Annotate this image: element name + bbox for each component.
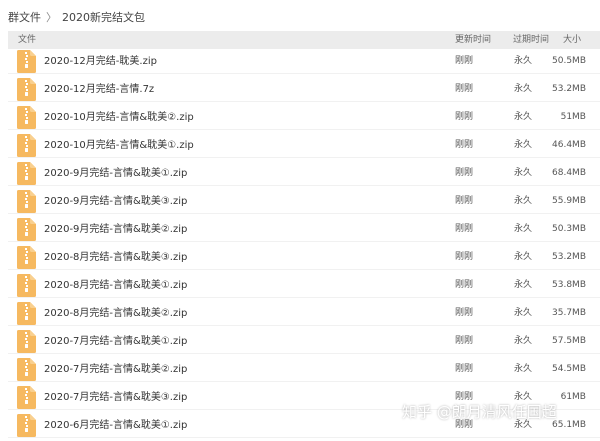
- file-row[interactable]: 2020-8月完结-言情&耽美②.zip 刚刚 永久 35.7MB: [0, 298, 600, 326]
- zip-archive-icon: [17, 190, 36, 213]
- zip-archive-icon: [17, 386, 36, 409]
- file-row[interactable]: 2020-9月完结-言情&耽美③.zip 刚刚 永久 55.9MB: [0, 186, 600, 214]
- file-row[interactable]: 2020-7月完结-言情&耽美②.zip 刚刚 永久 54.5MB: [0, 354, 600, 382]
- file-row[interactable]: 2020-9月完结-言情&耽美①.zip 刚刚 永久 68.4MB: [0, 158, 600, 186]
- chevron-right-icon: 〉: [46, 11, 57, 24]
- watermark: 知乎 @朗月清风任国超: [402, 402, 557, 421]
- zip-archive-icon: [17, 330, 36, 353]
- file-row[interactable]: 2020-9月完结-言情&耽美②.zip 刚刚 永久 50.3MB: [0, 214, 600, 242]
- file-list: 2020-12月完结-耽美.zip 刚刚 永久 50.5MB 2020-12月完结-言情…: [0, 46, 600, 438]
- file-row[interactable]: 2020-8月完结-言情&耽美①.zip 刚刚 永久 53.8MB: [0, 270, 600, 298]
- zip-archive-icon: [17, 50, 36, 73]
- file-row[interactable]: 2020-10月完结-言情&耽美②.zip 刚刚 永久 51MB: [0, 102, 600, 130]
- file-row[interactable]: 2020-10月完结-言情&耽美①.zip 刚刚 永久 46.4MB: [0, 130, 600, 158]
- file-row[interactable]: 2020-12月完结-言情.7z 刚刚 永久 53.2MB: [0, 74, 600, 102]
- breadcrumb: 群文件 〉 2020新完结文包: [8, 9, 145, 25]
- breadcrumb-root[interactable]: 群文件: [8, 9, 41, 25]
- zip-archive-icon: [17, 162, 36, 185]
- breadcrumb-current: 2020新完结文包: [62, 11, 145, 24]
- zip-archive-icon: [17, 78, 36, 101]
- zip-archive-icon: [17, 358, 36, 381]
- zip-archive-icon: [17, 106, 36, 129]
- zip-archive-icon: [17, 134, 36, 157]
- file-row[interactable]: 2020-8月完结-言情&耽美③.zip 刚刚 永久 53.2MB: [0, 242, 600, 270]
- zip-archive-icon: [17, 302, 36, 325]
- zip-archive-icon: [17, 414, 36, 437]
- zip-archive-icon: [17, 274, 36, 297]
- zip-archive-icon: [17, 246, 36, 269]
- file-row[interactable]: 2020-12月完结-耽美.zip 刚刚 永久 50.5MB: [0, 46, 600, 74]
- zip-archive-icon: [17, 218, 36, 241]
- row-divider: [8, 437, 600, 438]
- file-row[interactable]: 2020-7月完结-言情&耽美①.zip 刚刚 永久 57.5MB: [0, 326, 600, 354]
